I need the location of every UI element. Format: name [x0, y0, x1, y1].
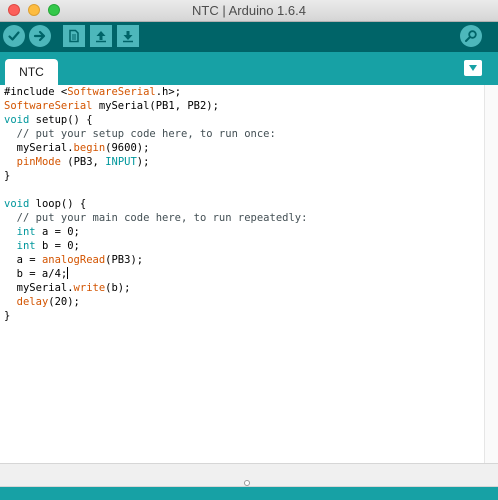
text-cursor — [67, 267, 69, 279]
code-token: delay — [16, 296, 49, 308]
tab-strip: NTC — [0, 52, 498, 85]
code-line: void setup() { — [4, 113, 307, 127]
code-token: int — [16, 240, 36, 252]
title-bar: NTC | Arduino 1.6.4 — [0, 0, 498, 22]
code-token: (PB3); — [105, 254, 144, 266]
code-token: pinMode — [16, 156, 61, 168]
code-token: SoftwareSerial — [67, 86, 156, 98]
code-token: void — [4, 198, 30, 210]
code-token: a = 0; — [35, 226, 80, 238]
code-line: int b = 0; — [4, 239, 307, 253]
code-token: SoftwareSerial — [4, 100, 93, 112]
editor-console-splitter[interactable] — [0, 463, 498, 487]
code-token: INPUT — [105, 156, 137, 168]
verify-button[interactable] — [3, 25, 25, 47]
code-token: loop() { — [29, 198, 87, 210]
code-token: (9600); — [105, 142, 150, 154]
code-line: // put your main code here, to run repea… — [4, 211, 308, 225]
arrow-up-icon — [96, 31, 106, 43]
toolbar — [0, 22, 498, 52]
serial-monitor-button[interactable] — [460, 25, 482, 47]
open-sketch-button[interactable] — [90, 25, 112, 47]
code-line: void loop() { — [4, 197, 307, 211]
code-token: a = — [4, 254, 42, 266]
document-icon — [69, 29, 79, 43]
code-token: b = a/4; — [4, 268, 68, 280]
code-line: mySerial.begin(9600); — [4, 141, 307, 155]
arrow-right-icon — [33, 30, 46, 42]
code-token: // put your setup code here, to run once… — [4, 128, 276, 140]
arrow-down-icon — [123, 31, 133, 43]
new-sketch-button[interactable] — [63, 25, 85, 47]
code-line: #include <SoftwareSerial.h>; — [4, 85, 307, 99]
code-token: .h>; — [155, 86, 182, 98]
code-line: } — [4, 309, 307, 323]
tab-ntc[interactable]: NTC — [5, 59, 58, 85]
triangle-down-icon — [469, 65, 477, 71]
splitter-grip-icon[interactable] — [244, 480, 250, 486]
code-line: SoftwareSerial mySerial(PB1, PB2); — [4, 99, 307, 113]
code-token: (b); — [105, 282, 131, 294]
code-line: delay(20); — [4, 295, 307, 309]
magnifier-icon — [465, 30, 477, 42]
code-text: #include <SoftwareSerial.h>; SoftwareSeri… — [4, 85, 307, 323]
code-token: write — [73, 282, 106, 294]
code-token: mySerial. — [4, 142, 74, 154]
code-line: } — [4, 169, 307, 183]
code-token: setup() { — [29, 114, 93, 126]
code-token: (20); — [48, 296, 80, 308]
code-token: (PB3, — [60, 156, 106, 168]
code-token: } — [4, 170, 11, 182]
code-editor[interactable]: #include <SoftwareSerial.h>; SoftwareSeri… — [0, 85, 484, 463]
code-line: int a = 0; — [4, 225, 307, 239]
upload-button[interactable] — [29, 25, 51, 47]
console-area — [0, 487, 498, 500]
code-token: mySerial. — [4, 282, 74, 294]
code-token: begin — [73, 142, 106, 154]
code-line: pinMode (PB3, INPUT); — [4, 155, 307, 169]
code-token: b = 0; — [35, 240, 80, 252]
code-line: b = a/4; — [4, 267, 307, 281]
save-sketch-button[interactable] — [117, 25, 139, 47]
code-token: analogRead — [41, 254, 106, 266]
code-token: mySerial(PB1, PB2); — [92, 100, 219, 112]
editor-scrollbar[interactable] — [484, 85, 498, 463]
window-title: NTC | Arduino 1.6.4 — [192, 3, 306, 18]
tab-menu-button[interactable] — [464, 60, 482, 76]
checkmark-icon — [8, 31, 20, 41]
code-token: } — [4, 310, 11, 322]
code-token: void — [4, 114, 30, 126]
code-line: a = analogRead(PB3); — [4, 253, 307, 267]
code-line: // put your setup code here, to run once… — [4, 127, 307, 141]
code-token: #include < — [4, 86, 68, 98]
tab-label: NTC — [19, 65, 44, 79]
code-token: int — [16, 226, 36, 238]
code-line: mySerial.write(b); — [4, 281, 307, 295]
code-token: // put your main code here, to run repea… — [4, 212, 308, 224]
code-token: ); — [136, 156, 150, 168]
